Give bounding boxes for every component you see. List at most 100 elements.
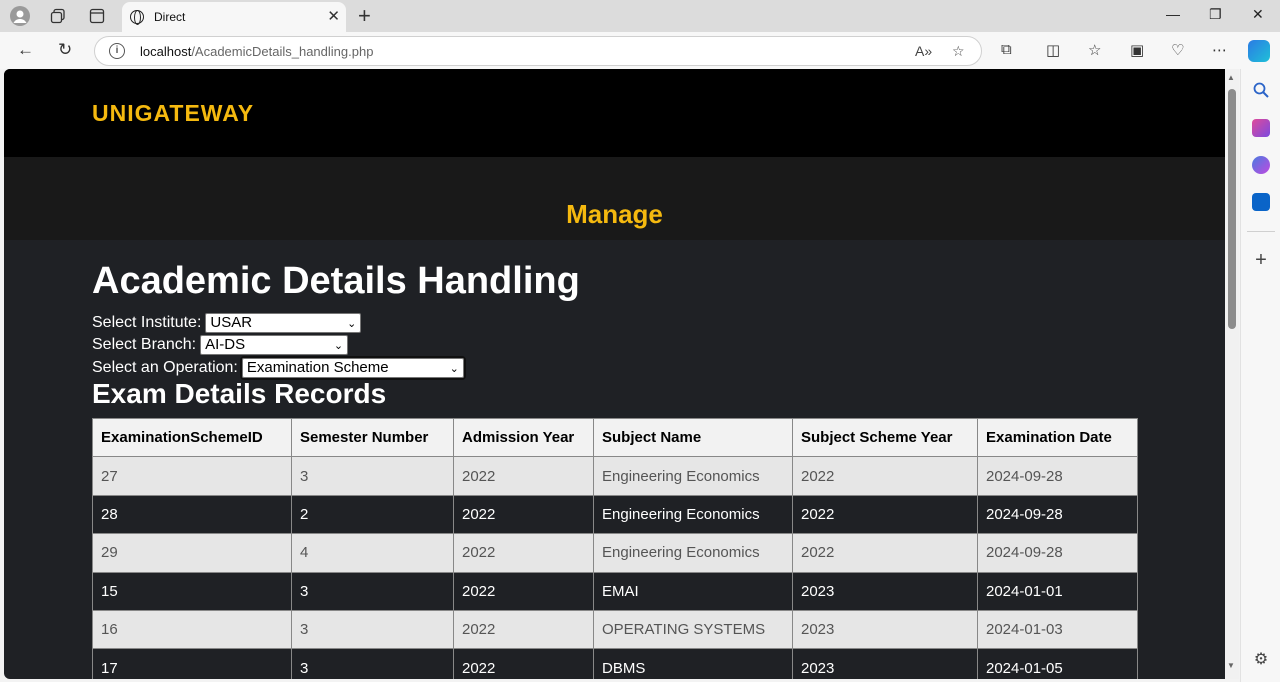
- table-cell: DBMS: [593, 648, 793, 679]
- table-cell: 2022: [453, 609, 594, 650]
- active-tab[interactable]: Direct ✕: [122, 2, 346, 32]
- reload-button[interactable]: ↻: [58, 40, 72, 60]
- table-cell: 3: [291, 571, 454, 611]
- table-row: 28 2 2022 Engineering Economics 2022 202…: [92, 494, 1138, 535]
- sidebar-add-icon[interactable]: +: [1252, 250, 1270, 270]
- url-text[interactable]: localhost/AcademicDetails_handling.php: [140, 44, 373, 59]
- table-cell: Engineering Economics: [593, 533, 793, 573]
- table-cell: 2024-01-03: [977, 609, 1138, 650]
- banner-title: Manage: [566, 199, 663, 229]
- table-row: 16 3 2022 OPERATING SYSTEMS 2023 2024-01…: [92, 609, 1138, 650]
- url-host: localhost: [140, 44, 192, 59]
- table-cell: 2022: [453, 648, 594, 679]
- table-row: 17 3 2022 DBMS 2023 2024-01-05: [92, 648, 1138, 679]
- table-cell: 2024-01-05: [977, 648, 1138, 679]
- table-cell: 2022: [453, 533, 594, 573]
- table-cell: 2022: [453, 571, 594, 611]
- table-cell: 4: [291, 533, 454, 573]
- column-header: Subject Scheme Year: [792, 417, 978, 458]
- branch-label: Select Branch:: [92, 336, 197, 353]
- operation-selected-value: Examination Scheme: [246, 359, 389, 376]
- edge-sidebar: + ⚙: [1240, 69, 1280, 682]
- table-cell: 27: [92, 456, 292, 496]
- brand-logo[interactable]: UNIGATEWAY: [92, 100, 254, 127]
- table-cell: 17: [92, 648, 292, 679]
- tab-title: Direct: [154, 10, 186, 24]
- branch-selected-value: AI-DS: [205, 336, 246, 353]
- tab-close-icon[interactable]: ✕: [327, 7, 340, 25]
- split-screen-icon[interactable]: ◫: [1046, 41, 1060, 59]
- restore-button[interactable]: ❐: [1209, 6, 1222, 23]
- table-cell: 16: [92, 609, 292, 650]
- exam-records-table: ExaminationSchemeID Semester Number Admi…: [92, 417, 1138, 679]
- browser-essentials-icon[interactable]: ♡: [1171, 41, 1184, 59]
- branch-select[interactable]: AI-DS ⌄: [200, 335, 349, 355]
- column-header: Semester Number: [291, 417, 454, 458]
- sidebar-people-icon[interactable]: [1252, 119, 1270, 137]
- table-row: 29 4 2022 Engineering Economics 2022 202…: [92, 533, 1138, 573]
- records-title: Exam Details Records: [92, 378, 387, 409]
- institute-select[interactable]: USAR ⌄: [205, 313, 362, 333]
- scroll-down-icon[interactable]: ▼: [1227, 661, 1235, 670]
- tab-bar: Direct ✕ + — ❐ ✕: [0, 0, 1280, 32]
- table-cell: 2022: [792, 494, 978, 535]
- site-info-icon[interactable]: i: [109, 43, 125, 59]
- table-cell: 3: [291, 609, 454, 650]
- table-cell: 2023: [792, 571, 978, 611]
- table-row: 15 3 2022 EMAI 2023 2024-01-01: [92, 571, 1138, 611]
- more-menu-icon[interactable]: ⋯: [1212, 41, 1227, 59]
- table-cell: 2024-09-28: [977, 456, 1138, 496]
- minimize-button[interactable]: —: [1166, 6, 1180, 22]
- page-scrollbar[interactable]: ▲ ▼: [1225, 69, 1239, 679]
- table-cell: 2023: [792, 648, 978, 679]
- table-cell: Engineering Economics: [593, 494, 793, 535]
- table-cell: 2022: [453, 494, 594, 535]
- manage-banner: Manage: [4, 157, 1225, 240]
- page-viewport: UNIGATEWAY Manage Academic Details Handl…: [4, 69, 1225, 679]
- chevron-down-icon: ⌄: [333, 340, 344, 352]
- sidebar-settings-icon[interactable]: ⚙: [1252, 651, 1270, 669]
- column-header: Admission Year: [453, 417, 594, 458]
- sidebar-divider: [1247, 231, 1275, 232]
- institute-row: Select Institute: USAR ⌄: [92, 313, 362, 333]
- table-cell: 2024-09-28: [977, 533, 1138, 573]
- profile-icon[interactable]: [10, 6, 30, 26]
- table-cell: 28: [92, 494, 292, 535]
- operation-row: Select an Operation: Examination Scheme …: [92, 356, 466, 380]
- sidebar-office-icon[interactable]: [1252, 156, 1270, 174]
- table-cell: 2024-09-28: [977, 494, 1138, 535]
- chevron-down-icon: ⌄: [449, 363, 459, 375]
- scroll-up-icon[interactable]: ▲: [1227, 73, 1235, 82]
- site-header: UNIGATEWAY: [4, 69, 1225, 157]
- table-cell: 15: [92, 571, 292, 611]
- table-cell: Engineering Economics: [593, 456, 793, 496]
- branch-row: Select Branch: AI-DS ⌄: [92, 335, 349, 355]
- table-cell: 3: [291, 456, 454, 496]
- copilot-icon[interactable]: [1248, 40, 1270, 62]
- read-aloud-icon[interactable]: A»: [915, 43, 932, 59]
- table-cell: 3: [291, 648, 454, 679]
- table-cell: 2022: [792, 533, 978, 573]
- favorite-star-icon[interactable]: ☆: [952, 43, 965, 60]
- vertical-tabs-icon[interactable]: [87, 6, 107, 26]
- table-cell: 2023: [792, 609, 978, 650]
- operation-label: Select an Operation:: [92, 359, 238, 376]
- table-cell: 2022: [792, 456, 978, 496]
- table-cell: 2022: [453, 456, 594, 496]
- sidebar-search-icon[interactable]: [1252, 81, 1270, 99]
- favorites-icon[interactable]: ☆: [1088, 41, 1101, 59]
- close-window-button[interactable]: ✕: [1252, 6, 1264, 23]
- workspaces-icon[interactable]: [48, 6, 68, 26]
- institute-selected-value: USAR: [210, 314, 253, 331]
- extensions-icon[interactable]: ⧉: [1001, 41, 1012, 58]
- operation-select[interactable]: Examination Scheme ⌄: [239, 356, 466, 380]
- page-title: Academic Details Handling: [92, 260, 580, 302]
- table-header-row: ExaminationSchemeID Semester Number Admi…: [92, 417, 1138, 458]
- collections-icon[interactable]: ▣: [1130, 41, 1144, 59]
- sidebar-outlook-icon[interactable]: [1252, 193, 1270, 211]
- new-tab-button[interactable]: +: [358, 3, 371, 29]
- address-bar[interactable]: i localhost/AcademicDetails_handling.php…: [94, 36, 982, 66]
- scroll-thumb[interactable]: [1228, 89, 1236, 329]
- table-cell: 2: [291, 494, 454, 535]
- back-button[interactable]: ←: [17, 40, 34, 60]
